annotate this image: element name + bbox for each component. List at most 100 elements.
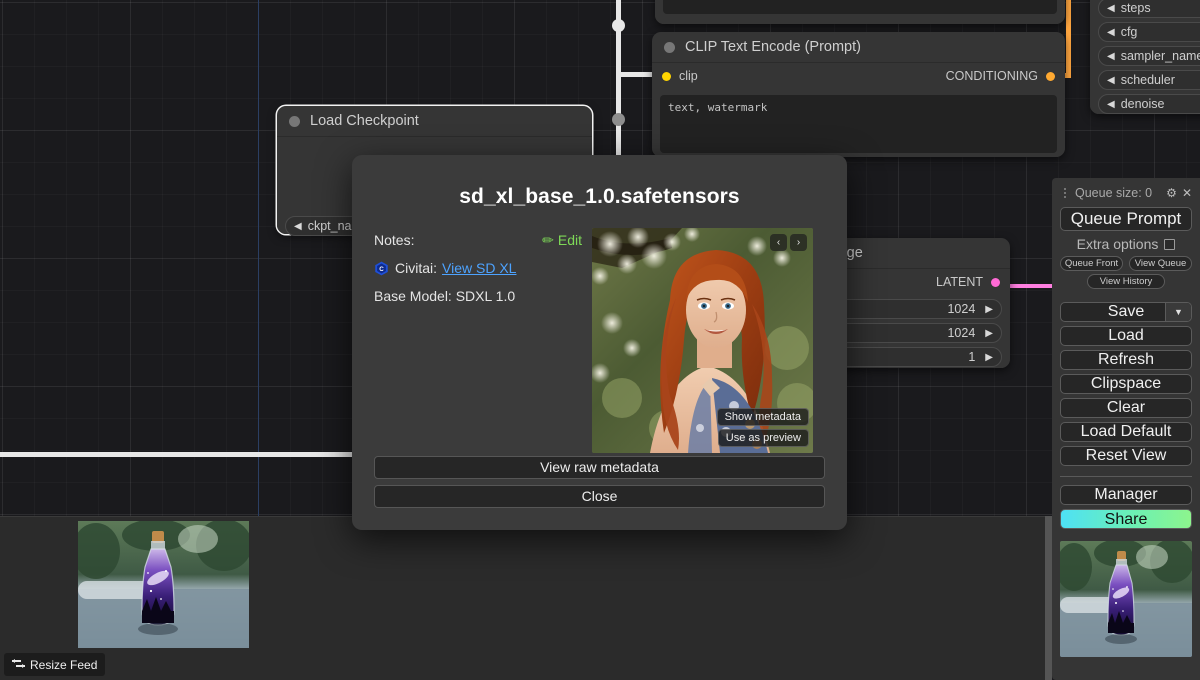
view-history-button[interactable]: View History	[1087, 274, 1165, 289]
next-image-button[interactable]: ›	[790, 234, 807, 251]
manager-button[interactable]: Manager	[1060, 485, 1192, 505]
node-ksampler[interactable]: ◀ steps ◀ cfg ◀ sampler_name ◀ scheduler…	[1090, 0, 1200, 114]
widget-sampler-name[interactable]: ◀ sampler_name	[1098, 46, 1200, 66]
save-button[interactable]: Save ▼	[1060, 302, 1192, 322]
civitai-row: C Civitai: View SD XL	[374, 256, 582, 280]
preview-overlay-buttons[interactable]: Show metadata Use as preview	[716, 408, 809, 447]
chevron-left-icon[interactable]: ◀	[1107, 99, 1115, 110]
widget-scheduler[interactable]: ◀ scheduler	[1098, 70, 1200, 90]
preview-nav-buttons[interactable]: ‹ ›	[770, 234, 807, 251]
civitai-icon: C	[375, 261, 388, 275]
drag-handle-icon[interactable]	[1060, 188, 1069, 198]
output-label: CONDITIONING	[945, 69, 1038, 83]
use-as-preview-button[interactable]: Use as preview	[717, 429, 809, 447]
node-clip-text-encode[interactable]: CLIP Text Encode (Prompt) clip CONDITION…	[652, 32, 1065, 157]
input-slot-clip[interactable]: clip	[662, 69, 698, 83]
queue-front-button[interactable]: Queue Front	[1060, 256, 1123, 271]
conditioning-pin-icon[interactable]	[1046, 71, 1055, 81]
collapse-dot-icon[interactable]	[664, 41, 675, 53]
chevron-right-icon[interactable]: ▶	[985, 328, 993, 339]
svg-text:C: C	[379, 266, 384, 273]
chevron-left-icon[interactable]: ◀	[294, 221, 302, 232]
comfy-menu-panel: Queue size: 0 ⚙ ✕ Queue Prompt Extra opt…	[1052, 178, 1200, 680]
model-preview-image[interactable]: ‹ › Show metadata Use as preview	[592, 228, 813, 453]
reset-view-button[interactable]: Reset View	[1060, 446, 1192, 466]
queue-size-label: Queue size: 0	[1075, 186, 1153, 200]
node-header[interactable]: CLIP Text Encode (Prompt)	[652, 32, 1065, 62]
civitai-link[interactable]: View SD XL	[442, 260, 516, 276]
dialog-actions: View raw metadata Close	[374, 456, 825, 508]
widget-label: cfg	[1120, 25, 1138, 39]
canvas-guide-line	[258, 0, 259, 516]
share-button[interactable]: Share	[1060, 509, 1192, 529]
prompt-textarea-positive[interactable]	[663, 0, 1057, 14]
model-info-dialog: sd_xl_base_1.0.safetensors Notes: ✏ Edit…	[352, 155, 847, 530]
resize-feed-button[interactable]: Resize Feed	[4, 653, 106, 676]
collapse-dot-icon[interactable]	[289, 115, 300, 127]
link-center-dot[interactable]	[612, 19, 625, 32]
comfyui-window: ◀ steps ◀ cfg ◀ sampler_name ◀ scheduler…	[0, 0, 1200, 680]
feed-thumbnail[interactable]	[78, 521, 249, 648]
load-default-button[interactable]: Load Default	[1060, 422, 1192, 442]
queue-prompt-button[interactable]: Queue Prompt	[1060, 207, 1192, 231]
extra-options-row[interactable]: Extra options	[1060, 233, 1192, 255]
edit-label: Edit	[557, 232, 582, 248]
widget-cfg[interactable]: ◀ cfg	[1098, 22, 1200, 42]
menu-header: Queue size: 0 ⚙ ✕	[1060, 184, 1192, 202]
node-title-label: Load Checkpoint	[310, 113, 419, 129]
clip-pin-icon[interactable]	[662, 71, 671, 81]
node-clip-text-encode-positive[interactable]	[655, 0, 1065, 24]
clear-button[interactable]: Clear	[1060, 398, 1192, 418]
chevron-right-icon[interactable]: ▶	[985, 352, 993, 363]
chevron-left-icon[interactable]: ◀	[1107, 75, 1115, 86]
link-center-dot-2[interactable]	[612, 113, 625, 126]
chevron-down-icon[interactable]: ▼	[1165, 303, 1191, 321]
input-label: clip	[679, 69, 698, 83]
view-queue-button[interactable]: View Queue	[1129, 256, 1192, 271]
widget-label: steps	[1120, 1, 1151, 15]
pencil-icon: ✏	[542, 231, 554, 248]
prompt-textarea-negative[interactable]: text, watermark	[660, 95, 1057, 153]
history-row: View History	[1060, 274, 1192, 289]
prev-image-button[interactable]: ‹	[770, 234, 787, 251]
view-raw-metadata-button[interactable]: View raw metadata	[374, 456, 825, 479]
link-wire-conditioning	[1066, 0, 1071, 78]
latent-pin-icon[interactable]	[991, 277, 1000, 287]
resize-icon	[12, 658, 25, 668]
sidebar-output-thumbnail[interactable]	[1060, 541, 1192, 657]
show-metadata-button[interactable]: Show metadata	[716, 408, 809, 426]
chevron-left-icon[interactable]: ◀	[1107, 3, 1115, 14]
image-feed-panel: Resize Feed	[0, 516, 1045, 680]
notes-row: Notes: ✏ Edit	[374, 228, 582, 252]
widget-value: 1024	[947, 326, 976, 340]
clipspace-button[interactable]: Clipspace	[1060, 374, 1192, 394]
close-icon[interactable]: ✕	[1182, 186, 1192, 200]
widget-steps[interactable]: ◀ steps	[1098, 0, 1200, 18]
widget-value: 1	[968, 350, 976, 364]
chevron-left-icon[interactable]: ◀	[1107, 27, 1115, 38]
extra-options-label: Extra options	[1076, 236, 1159, 252]
chevron-right-icon[interactable]: ▶	[985, 304, 993, 315]
notes-label: Notes:	[374, 232, 415, 248]
widget-denoise[interactable]: ◀ denoise	[1098, 94, 1200, 114]
close-button[interactable]: Close	[374, 485, 825, 508]
base-model-row: Base Model: SDXL 1.0	[374, 284, 582, 308]
node-header[interactable]: Load Checkpoint	[277, 106, 592, 136]
load-button[interactable]: Load	[1060, 326, 1192, 346]
refresh-button[interactable]: Refresh	[1060, 350, 1192, 370]
output-slot-latent[interactable]: LATENT	[936, 275, 1000, 289]
bottle-artwork-feed	[78, 521, 249, 648]
node-title-label: CLIP Text Encode (Prompt)	[685, 39, 861, 55]
dialog-title: sd_xl_base_1.0.safetensors	[459, 185, 740, 208]
edit-button[interactable]: ✏ Edit	[542, 232, 582, 249]
gear-icon[interactable]: ⚙	[1166, 186, 1177, 200]
extra-options-checkbox[interactable]	[1164, 238, 1176, 250]
chevron-left-icon[interactable]: ◀	[1107, 51, 1115, 62]
feed-scroll-edge	[1045, 516, 1052, 680]
output-label: LATENT	[936, 275, 983, 289]
widget-label: scheduler	[1120, 73, 1175, 87]
save-label: Save	[1107, 303, 1145, 320]
widget-label: denoise	[1120, 97, 1165, 111]
output-slot-conditioning[interactable]: CONDITIONING	[946, 69, 1055, 83]
menu-divider	[1060, 476, 1192, 477]
